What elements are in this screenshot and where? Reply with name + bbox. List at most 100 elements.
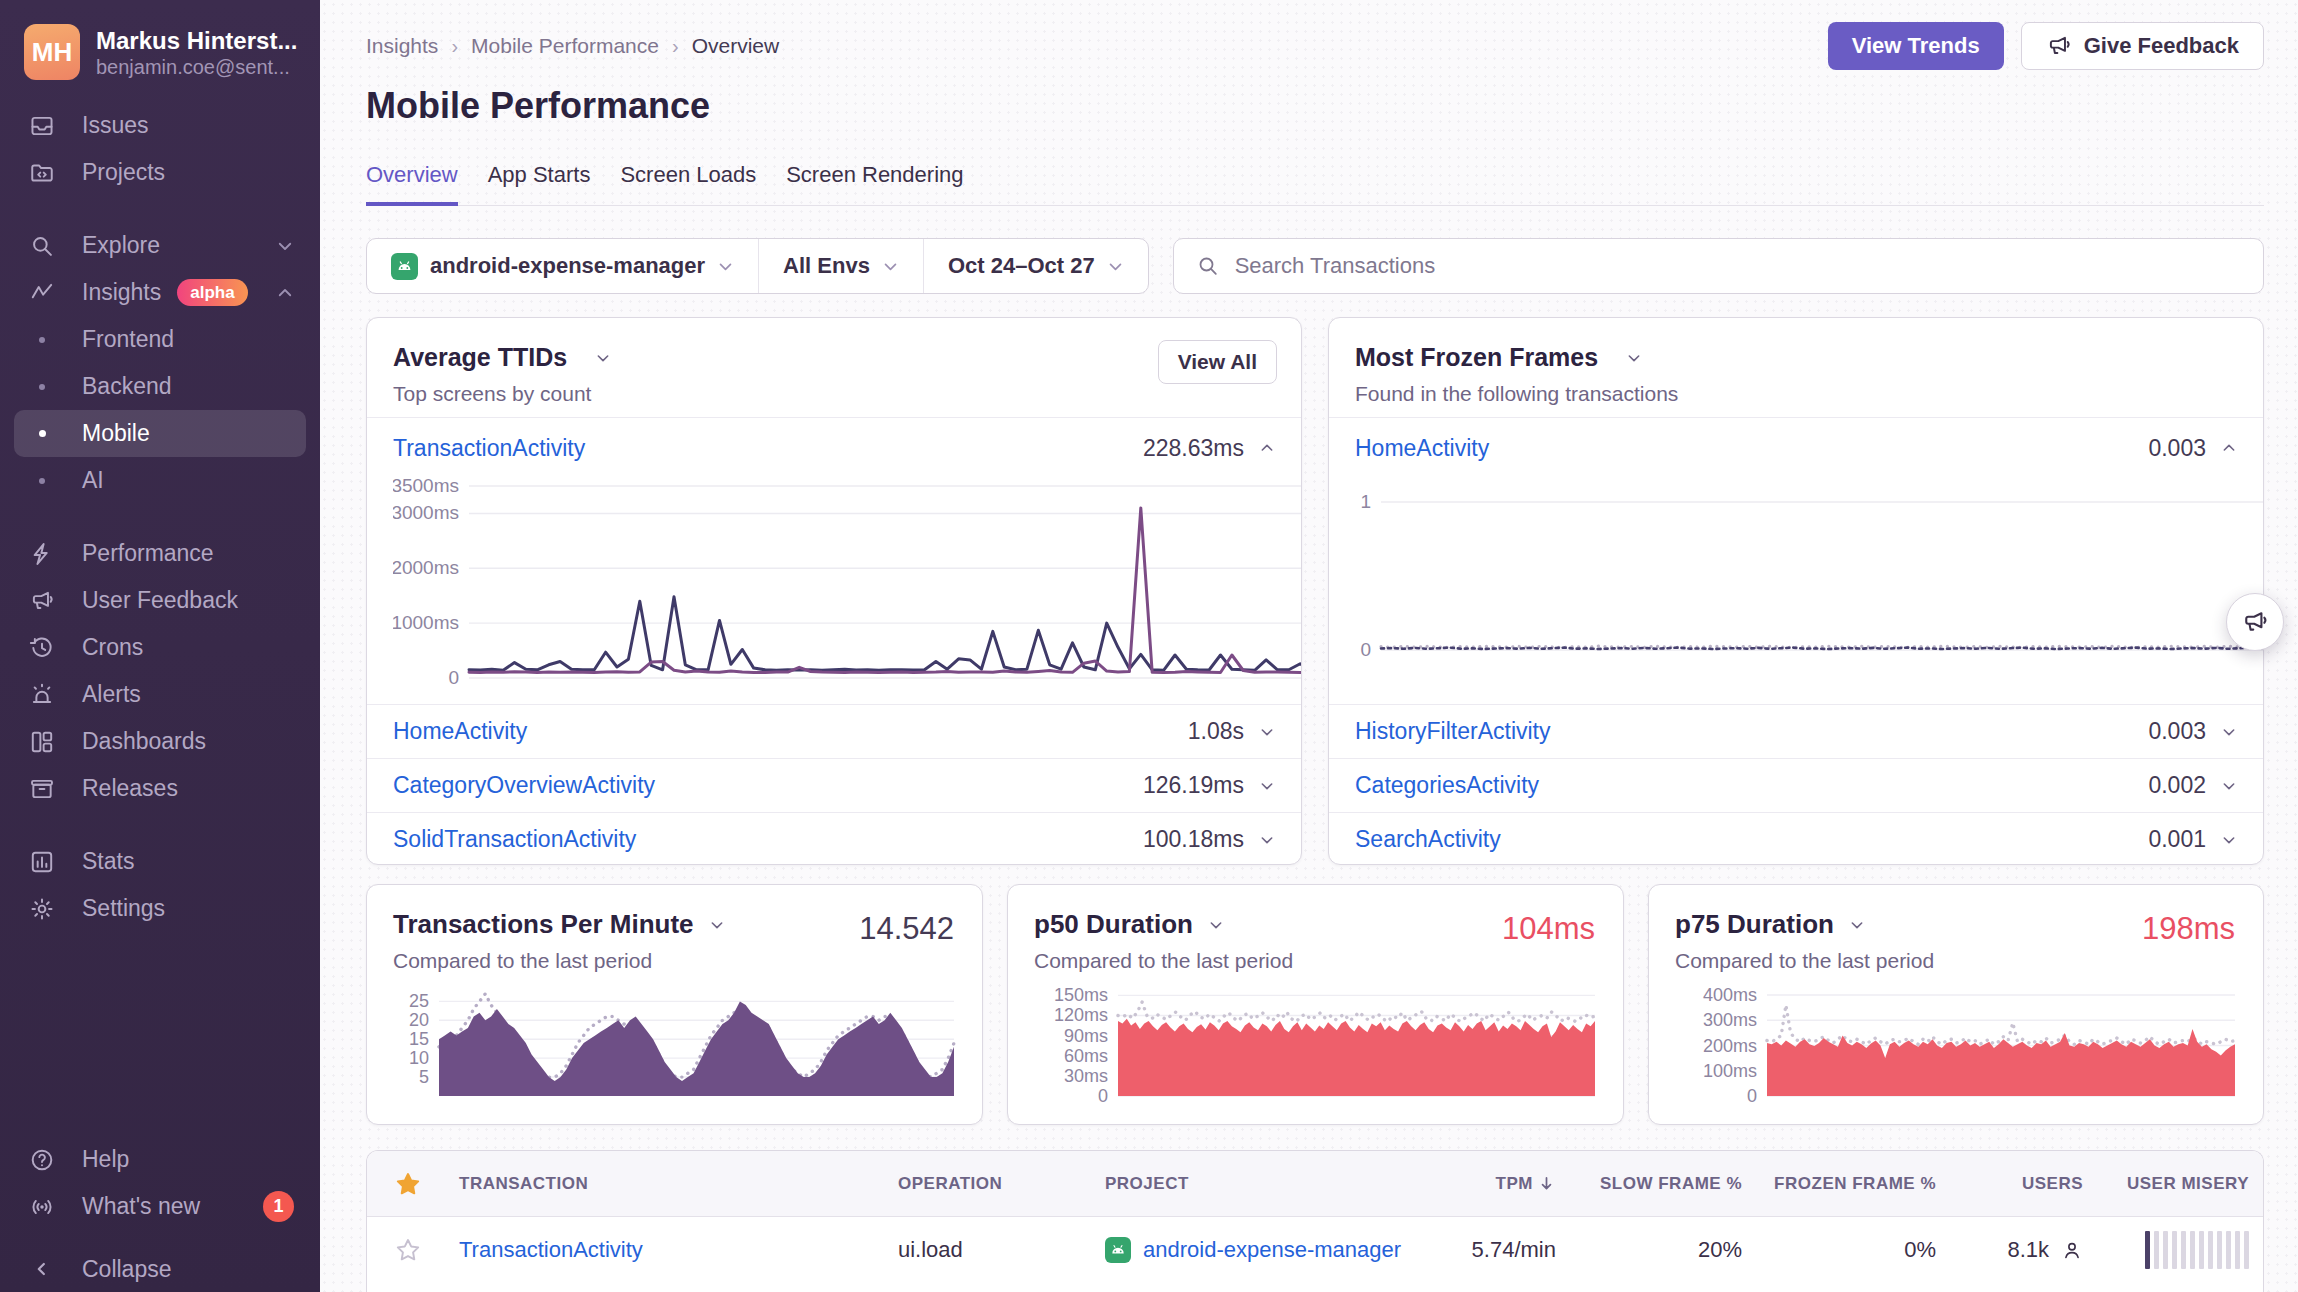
transaction-link[interactable]: HistoryFilterActivity — [1355, 718, 1551, 745]
chevron-down-icon[interactable] — [1259, 832, 1275, 848]
sidebar-item-performance[interactable]: Performance — [14, 530, 306, 577]
panel-row-HomeActivity: HomeActivity1.08s — [367, 704, 1301, 758]
tab-app-starts[interactable]: App Starts — [488, 162, 591, 206]
transaction-link[interactable]: HomeActivity — [1355, 435, 1489, 462]
transaction-link[interactable]: TransactionActivity — [459, 1237, 643, 1262]
explore-icon — [26, 233, 58, 259]
date-filter[interactable]: Oct 24–Oct 27 — [923, 239, 1148, 293]
insights-icon — [26, 280, 58, 306]
chevron-up-icon[interactable] — [2221, 440, 2237, 456]
sidebar-item-user-feedback[interactable]: User Feedback — [14, 577, 306, 624]
card-subtitle: Compared to the last period — [1675, 949, 2237, 973]
tab-screen-rendering[interactable]: Screen Rendering — [786, 162, 963, 206]
sidebar-item-whats-new[interactable]: What's new1 — [14, 1183, 306, 1230]
project-link[interactable]: android-expense-manager — [1143, 1237, 1401, 1263]
view-trends-button[interactable]: View Trends — [1828, 22, 2004, 70]
sidebar-item-help[interactable]: Help — [14, 1136, 306, 1183]
chevron-down-icon[interactable] — [1259, 724, 1275, 740]
sidebar: MH Markus Hinterst... benjamin.coe@sent.… — [0, 0, 320, 1292]
operation-cell: ui.load — [898, 1237, 1105, 1263]
tab-screen-loads[interactable]: Screen Loads — [620, 162, 756, 206]
chevron-down-icon[interactable] — [1849, 917, 1865, 933]
row-value: 228.63ms — [1143, 435, 1244, 462]
chevron-down-icon[interactable] — [709, 917, 725, 933]
panel-row-TransactionActivity: TransactionActivity 228.63ms — [367, 418, 1301, 478]
transaction-link[interactable]: CategoryOverviewActivity — [393, 772, 655, 799]
column-header-slow-frame-[interactable]: SLOW FRAME % — [1600, 1174, 1742, 1194]
chevron-left-icon — [26, 1258, 58, 1280]
column-header-tpm[interactable]: TPM — [1496, 1174, 1556, 1194]
sidebar-item-projects[interactable]: Projects — [14, 149, 306, 196]
row-value: 126.19ms — [1143, 772, 1244, 799]
chevron-down-icon[interactable] — [595, 350, 611, 366]
table-row: TransactionActivity ui.load android-expens… — [367, 1217, 2263, 1283]
user-menu[interactable]: MH Markus Hinterst... benjamin.coe@sent.… — [0, 0, 320, 96]
sidebar-item-stats[interactable]: Stats — [14, 838, 306, 885]
column-header-frozen-frame-[interactable]: FROZEN FRAME % — [1774, 1174, 1936, 1194]
feedback-fab-button[interactable] — [2226, 593, 2284, 651]
bullet-icon — [26, 478, 58, 484]
project-filter[interactable]: android-expense-manager — [367, 239, 758, 293]
chevron-down-icon[interactable] — [1626, 350, 1642, 366]
sidebar-item-alerts[interactable]: Alerts — [14, 671, 306, 718]
sidebar-item-ai[interactable]: AI — [14, 457, 306, 504]
sidebar-item-dashboards[interactable]: Dashboards — [14, 718, 306, 765]
sidebar-item-explore[interactable]: Explore — [14, 222, 306, 269]
transaction-link[interactable]: SearchActivity — [1355, 826, 1501, 853]
svg-text:15: 15 — [409, 1029, 429, 1049]
breadcrumb-item: Overview — [692, 34, 780, 58]
panel-row-HomeActivity: HomeActivity0.003 — [1329, 418, 2263, 478]
sidebar-item-settings[interactable]: Settings — [14, 885, 306, 932]
average-ttids-panel: Average TTIDs Top screens by count View … — [366, 317, 1302, 865]
column-header-users[interactable]: USERS — [2022, 1174, 2083, 1194]
svg-text:20: 20 — [409, 1010, 429, 1030]
chevron-down-icon[interactable] — [2221, 778, 2237, 794]
sidebar-item-backend[interactable]: Backend — [14, 363, 306, 410]
sidebar-item-releases[interactable]: Releases — [14, 765, 306, 812]
collapse-button[interactable]: Collapse — [14, 1246, 306, 1292]
chevron-down-icon[interactable] — [1208, 917, 1224, 933]
alerts-icon — [26, 682, 58, 708]
transaction-link[interactable]: HomeActivity — [393, 718, 527, 745]
svg-text:3500ms: 3500ms — [393, 478, 459, 496]
svg-text:0: 0 — [1747, 1086, 1757, 1104]
sidebar-item-issues[interactable]: Issues — [14, 102, 306, 149]
column-header-project[interactable]: PROJECT — [1105, 1174, 1406, 1194]
sidebar-item-crons[interactable]: Crons — [14, 624, 306, 671]
transaction-link[interactable]: SolidTransactionActivity — [393, 826, 636, 853]
sidebar-nav: IssuesProjects ExploreInsightsalphaFronte… — [0, 96, 320, 1136]
column-header-transaction[interactable]: TRANSACTION — [459, 1174, 898, 1194]
projects-icon — [26, 160, 58, 186]
sidebar-item-mobile[interactable]: Mobile — [14, 410, 306, 457]
search-input[interactable]: Search Transactions — [1173, 238, 2264, 294]
give-feedback-button[interactable]: Give Feedback — [2021, 22, 2264, 70]
breadcrumb-item[interactable]: Insights — [366, 34, 438, 58]
sidebar-item-insights[interactable]: Insightsalpha — [14, 269, 306, 316]
card-title: Transactions Per Minute — [393, 909, 694, 940]
chevron-down-icon[interactable] — [2221, 832, 2237, 848]
panel-title: Average TTIDs — [393, 343, 567, 372]
chevron-up-icon[interactable] — [1259, 440, 1275, 456]
p50-card: p50 Duration104msCompared to the last pe… — [1007, 884, 1624, 1125]
svg-text:1000ms: 1000ms — [393, 612, 459, 633]
svg-text:10: 10 — [409, 1048, 429, 1068]
svg-text:3000ms: 3000ms — [393, 502, 459, 523]
view-all-button[interactable]: View All — [1158, 340, 1277, 384]
performance-icon — [26, 541, 58, 567]
user-name: Markus Hinterst... — [96, 26, 297, 55]
tab-overview[interactable]: Overview — [366, 162, 458, 206]
transaction-link[interactable]: TransactionActivity — [393, 435, 585, 462]
chevron-down-icon[interactable] — [2221, 724, 2237, 740]
star-header-icon[interactable] — [395, 1171, 459, 1197]
svg-text:2000ms: 2000ms — [393, 557, 459, 578]
frozen-chart: 10 — [1329, 478, 2263, 704]
sidebar-item-frontend[interactable]: Frontend — [14, 316, 306, 363]
star-icon[interactable] — [395, 1237, 459, 1263]
column-header-operation[interactable]: OPERATION — [898, 1174, 1105, 1194]
column-header-user-misery[interactable]: USER MISERY — [2127, 1174, 2249, 1194]
breadcrumb-item[interactable]: Mobile Performance — [471, 34, 659, 58]
environment-filter[interactable]: All Envs — [758, 239, 923, 293]
transaction-link[interactable]: CategoriesActivity — [1355, 772, 1539, 799]
card-value: 14.542 — [859, 911, 954, 947]
chevron-down-icon[interactable] — [1259, 778, 1275, 794]
